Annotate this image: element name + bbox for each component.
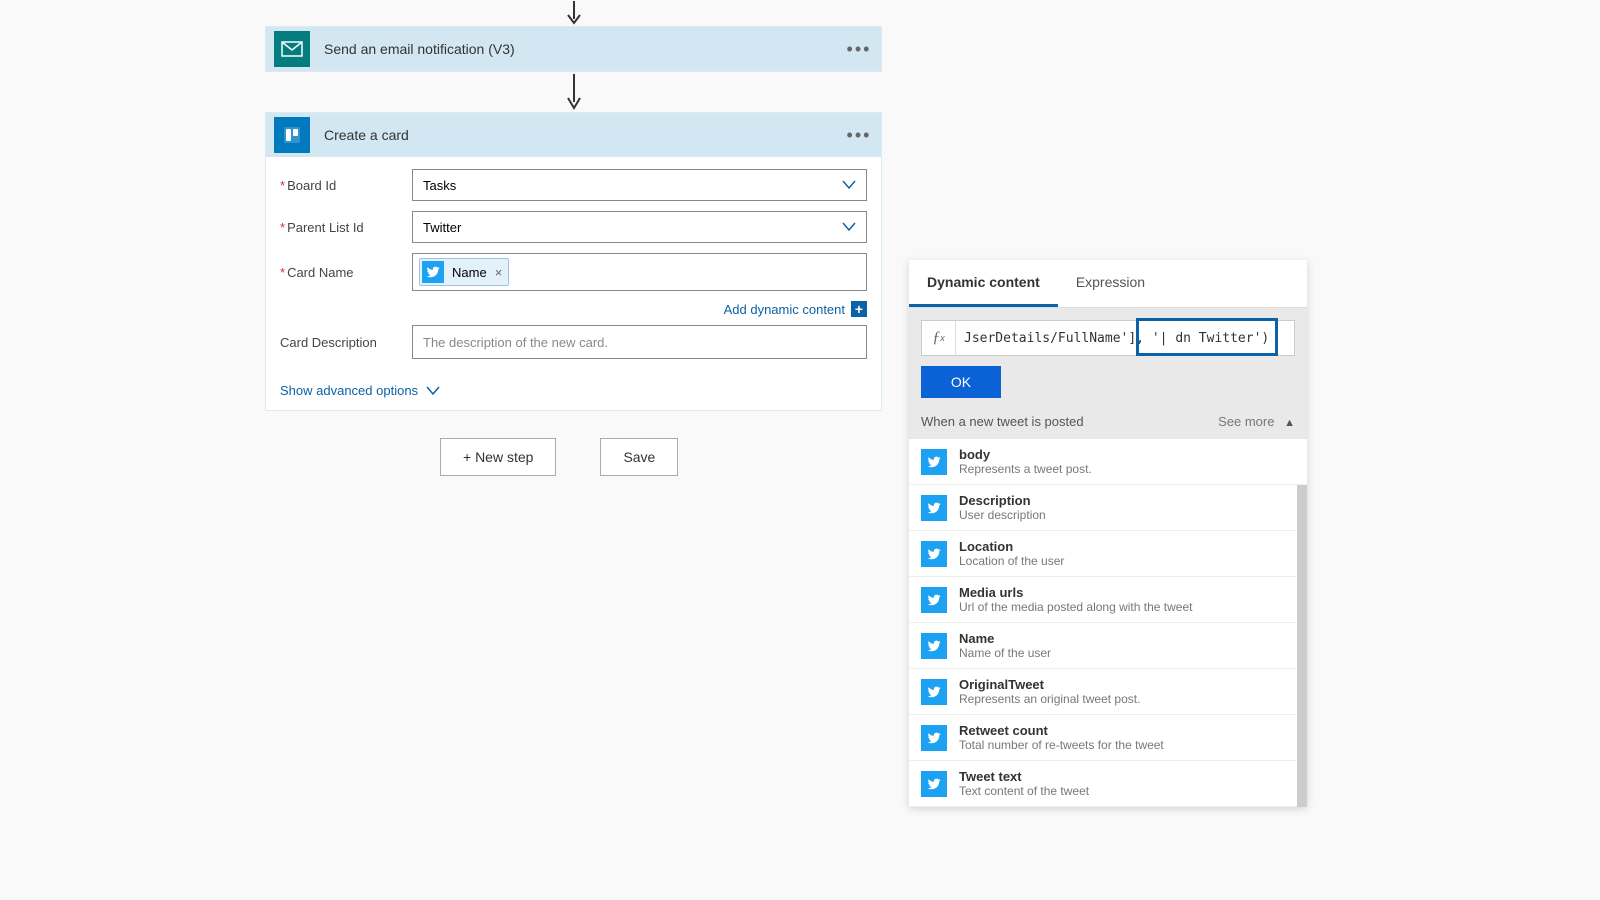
ok-button[interactable]: OK [921,366,1001,398]
field-label-desc: Card Description [280,335,412,350]
dynamic-item[interactable]: OriginalTweetRepresents an original twee… [909,669,1307,715]
placeholder-text: The description of the new card. [423,335,608,350]
step-title: Create a card [324,127,845,143]
item-title: OriginalTweet [959,677,1140,692]
item-desc: Url of the media posted along with the t… [959,600,1192,614]
twitter-icon [921,633,947,659]
item-title: Tweet text [959,769,1089,784]
board-select[interactable]: Tasks [412,169,867,201]
expression-input[interactable]: ƒx JserDetails/FullName'], '| dn Twitter… [921,320,1295,356]
item-desc: Total number of re-tweets for the tweet [959,738,1164,752]
flow-arrow-icon [265,72,882,112]
dynamic-content-panel: Dynamic content Expression ƒx JserDetail… [909,260,1307,807]
dynamic-item[interactable]: bodyRepresents a tweet post. [909,439,1307,485]
tab-dynamic-content[interactable]: Dynamic content [909,260,1058,307]
token-name[interactable]: Name × [419,258,509,286]
dynamic-item[interactable]: Retweet countTotal number of re-tweets f… [909,715,1307,761]
twitter-icon [422,261,444,283]
step-menu-icon[interactable]: ••• [845,39,873,60]
item-title: Location [959,539,1064,554]
expression-text: JserDetails/FullName'], '| dn Twitter') [956,331,1294,346]
show-advanced-options[interactable]: Show advanced options [280,383,440,398]
chevron-down-icon [426,386,440,396]
select-value: Tasks [423,178,456,193]
cardname-input[interactable]: Name × [412,253,867,291]
list-select[interactable]: Twitter [412,211,867,243]
item-title: Media urls [959,585,1192,600]
twitter-icon [921,587,947,613]
source-title: When a new tweet is posted [921,414,1084,429]
scrollbar[interactable] [1297,485,1307,807]
trello-icon [274,117,310,153]
select-value: Twitter [423,220,461,235]
item-desc: Location of the user [959,554,1064,568]
twitter-icon [921,495,947,521]
item-desc: Name of the user [959,646,1051,660]
chevron-down-icon [842,178,856,193]
step-header[interactable]: Create a card ••• [266,113,881,157]
twitter-icon [921,725,947,751]
item-title: Description [959,493,1046,508]
twitter-icon [921,771,947,797]
token-remove-icon[interactable]: × [495,265,503,280]
item-title: Retweet count [959,723,1164,738]
see-more-link[interactable]: See more [1218,414,1274,429]
item-desc: Represents an original tweet post. [959,692,1140,706]
dynamic-items-list: bodyRepresents a tweet post.DescriptionU… [909,439,1307,807]
item-desc: User description [959,508,1046,522]
tab-expression[interactable]: Expression [1058,260,1163,307]
step-title: Send an email notification (V3) [324,41,845,57]
save-button[interactable]: Save [600,438,678,476]
plus-icon: + [851,301,867,317]
flow-arrow-icon [265,0,882,26]
step-send-email[interactable]: Send an email notification (V3) ••• [265,26,882,72]
step-create-card: Create a card ••• *Board Id Tasks *Paren… [265,112,882,411]
field-label-list: *Parent List Id [280,220,412,235]
collapse-icon[interactable]: ▲ [1284,417,1295,429]
item-desc: Text content of the tweet [959,784,1089,798]
mail-icon [274,31,310,67]
dynamic-item[interactable]: NameName of the user [909,623,1307,669]
twitter-icon [921,449,947,475]
dynamic-item[interactable]: Media urlsUrl of the media posted along … [909,577,1307,623]
chevron-down-icon [842,220,856,235]
dynamic-item[interactable]: LocationLocation of the user [909,531,1307,577]
twitter-icon [921,541,947,567]
description-input[interactable]: The description of the new card. [412,325,867,359]
add-dynamic-content-link[interactable]: Add dynamic content + [412,301,867,317]
dynamic-item[interactable]: Tweet textText content of the tweet [909,761,1307,807]
item-title: Name [959,631,1051,646]
field-label-cardname: *Card Name [280,265,412,280]
item-desc: Represents a tweet post. [959,462,1092,476]
fx-icon: ƒx [922,321,956,355]
dynamic-item[interactable]: DescriptionUser description [909,485,1307,531]
token-label: Name [452,265,487,280]
twitter-icon [921,679,947,705]
step-menu-icon[interactable]: ••• [845,125,873,146]
new-step-button[interactable]: + New step [440,438,556,476]
item-title: body [959,447,1092,462]
field-label-board: *Board Id [280,178,412,193]
